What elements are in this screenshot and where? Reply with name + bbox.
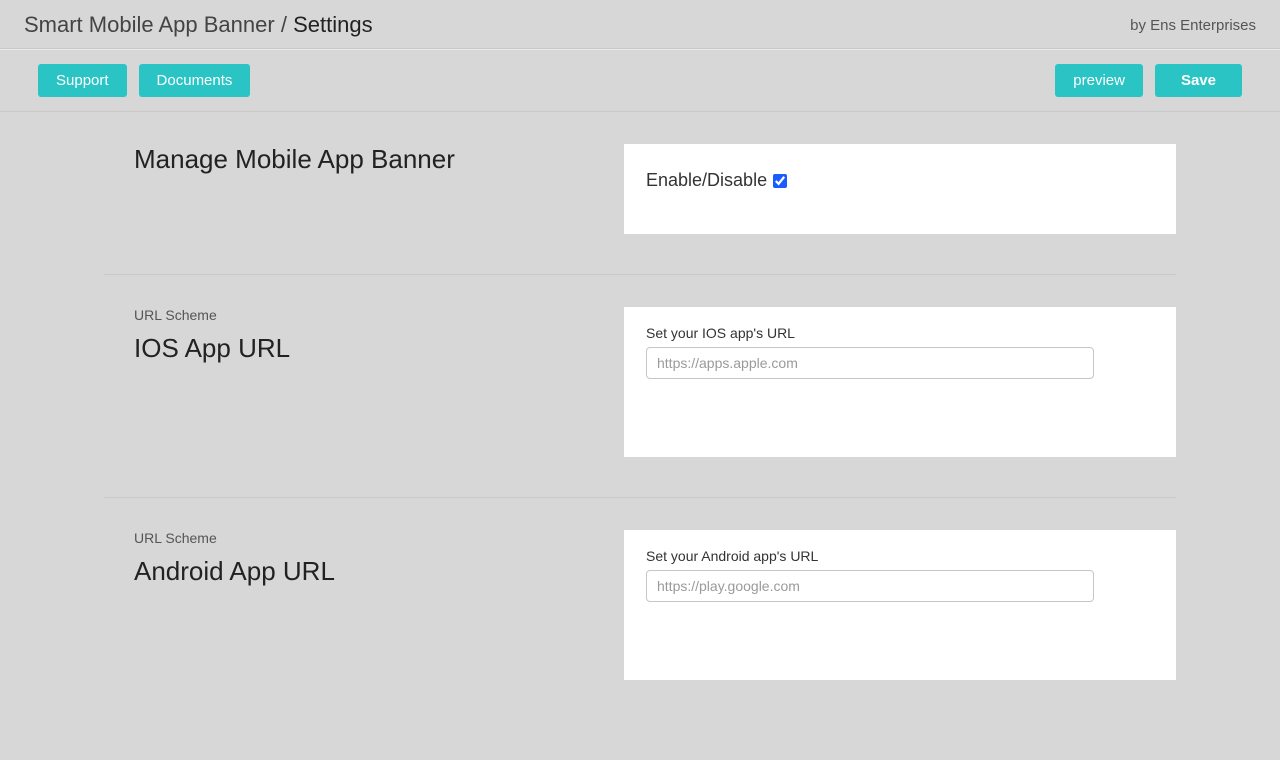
section-title-android: Android App URL bbox=[134, 556, 624, 587]
panel-android: Set your Android app's URL bbox=[624, 530, 1176, 680]
android-url-input[interactable] bbox=[646, 570, 1094, 602]
panel-ios: Set your IOS app's URL bbox=[624, 307, 1176, 457]
enable-toggle-text: Enable/Disable bbox=[646, 170, 767, 191]
section-subtitle-android: URL Scheme bbox=[134, 530, 624, 546]
breadcrumb: Smart Mobile App Banner / Settings bbox=[24, 12, 373, 38]
section-manage: Manage Mobile App Banner Enable/Disable bbox=[104, 112, 1176, 275]
support-button[interactable]: Support bbox=[38, 64, 127, 97]
save-button[interactable]: Save bbox=[1155, 64, 1242, 97]
section-android: URL Scheme Android App URL Set your Andr… bbox=[104, 498, 1176, 720]
section-subtitle-ios: URL Scheme bbox=[134, 307, 624, 323]
preview-button[interactable]: preview bbox=[1055, 64, 1143, 97]
breadcrumb-current: Settings bbox=[293, 12, 373, 37]
breadcrumb-root[interactable]: Smart Mobile App Banner bbox=[24, 12, 275, 37]
content: Manage Mobile App Banner Enable/Disable … bbox=[0, 112, 1280, 760]
ios-url-input[interactable] bbox=[646, 347, 1094, 379]
ios-url-label: Set your IOS app's URL bbox=[646, 325, 1154, 341]
breadcrumb-separator: / bbox=[281, 12, 287, 37]
enable-toggle-checkbox[interactable] bbox=[773, 174, 787, 188]
section-ios: URL Scheme IOS App URL Set your IOS app'… bbox=[104, 275, 1176, 498]
toolbar-left: Support Documents bbox=[38, 64, 250, 97]
section-title-manage: Manage Mobile App Banner bbox=[134, 144, 624, 175]
byline: by Ens Enterprises bbox=[1130, 17, 1256, 34]
page-header: Smart Mobile App Banner / Settings by En… bbox=[0, 0, 1280, 49]
enable-toggle-label[interactable]: Enable/Disable bbox=[646, 170, 787, 191]
documents-button[interactable]: Documents bbox=[139, 64, 251, 97]
section-title-ios: IOS App URL bbox=[134, 333, 624, 364]
android-url-label: Set your Android app's URL bbox=[646, 548, 1154, 564]
panel-enable: Enable/Disable bbox=[624, 144, 1176, 234]
toolbar-right: preview Save bbox=[1055, 64, 1242, 97]
toolbar: Support Documents preview Save bbox=[0, 49, 1280, 112]
